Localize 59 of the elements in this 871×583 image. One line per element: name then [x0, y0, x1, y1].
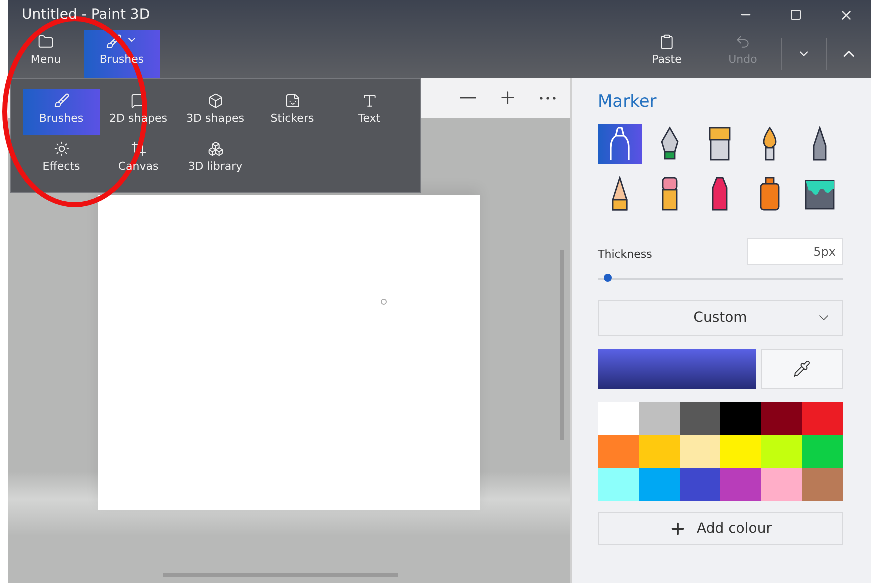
- sun-icon: [54, 141, 70, 157]
- minus-icon: [460, 97, 476, 99]
- cursor-dot: [381, 299, 387, 305]
- flyout-item[interactable]: 3D library: [177, 137, 254, 183]
- color-swatch[interactable]: [638, 468, 680, 501]
- brush-tool-button[interactable]: [598, 124, 642, 164]
- flat-brush-icon: [707, 126, 733, 162]
- crayon-icon: [710, 176, 730, 212]
- flyout-item[interactable]: 3D shapes: [177, 89, 254, 135]
- flyout-item[interactable]: Text: [331, 89, 408, 135]
- color-swatch[interactable]: [761, 402, 802, 435]
- folder-icon: [38, 34, 54, 50]
- color-swatch[interactable]: [680, 435, 720, 468]
- more-icon: [540, 96, 556, 100]
- drawing-canvas[interactable]: [98, 195, 480, 510]
- eyedropper-icon: [793, 360, 811, 378]
- color-swatch[interactable]: [598, 468, 639, 501]
- color-swatch[interactable]: [802, 435, 843, 468]
- color-swatch[interactable]: [802, 468, 843, 501]
- pencil-icon: [610, 176, 630, 212]
- toolbar-button[interactable]: Menu: [8, 30, 84, 78]
- text-icon: [362, 93, 378, 109]
- undo-icon: [735, 34, 751, 50]
- slider-thumb[interactable]: [604, 274, 612, 282]
- window-title: Untitled - Paint 3D: [22, 7, 150, 23]
- more-button[interactable]: [540, 96, 556, 100]
- eraser-icon: [660, 176, 680, 212]
- brush-icon: [106, 34, 122, 50]
- color-swatch[interactable]: [680, 402, 720, 435]
- thickness-field[interactable]: 5px: [747, 238, 843, 265]
- spray-can-icon: [758, 176, 782, 212]
- color-swatch[interactable]: [598, 435, 639, 468]
- eyedropper-button[interactable]: [761, 349, 843, 389]
- sticker-icon: [284, 93, 300, 109]
- color-swatch[interactable]: [638, 402, 680, 435]
- panel-title: Marker: [598, 92, 658, 114]
- flyout-item[interactable]: Stickers: [254, 89, 331, 135]
- color-swatch[interactable]: [638, 435, 680, 468]
- crop-icon: [130, 141, 146, 157]
- color-swatch[interactable]: [680, 468, 720, 501]
- color-swatch[interactable]: [720, 468, 762, 501]
- pencil-icon: [811, 126, 829, 162]
- clipboard-icon: [659, 34, 675, 50]
- flyout-item[interactable]: Effects: [23, 137, 100, 183]
- color-swatch[interactable]: [720, 435, 762, 468]
- color-dropdown[interactable]: Custom: [598, 300, 843, 336]
- cubes-icon: [208, 141, 224, 157]
- cube-icon: [208, 93, 224, 109]
- color-swatch[interactable]: [761, 468, 802, 501]
- color-swatch[interactable]: [761, 435, 802, 468]
- color-swatch[interactable]: [720, 402, 762, 435]
- color-swatch[interactable]: [802, 402, 843, 435]
- brush-icon: [54, 93, 70, 109]
- add-colour-button[interactable]: Add colour: [598, 512, 843, 545]
- maximize-icon: [790, 9, 802, 21]
- toolbar-button[interactable]: Paste: [629, 30, 705, 78]
- thickness-label: Thickness: [598, 248, 652, 261]
- color-swatch[interactable]: [598, 402, 639, 435]
- flyout-item[interactable]: Brushes: [23, 89, 100, 135]
